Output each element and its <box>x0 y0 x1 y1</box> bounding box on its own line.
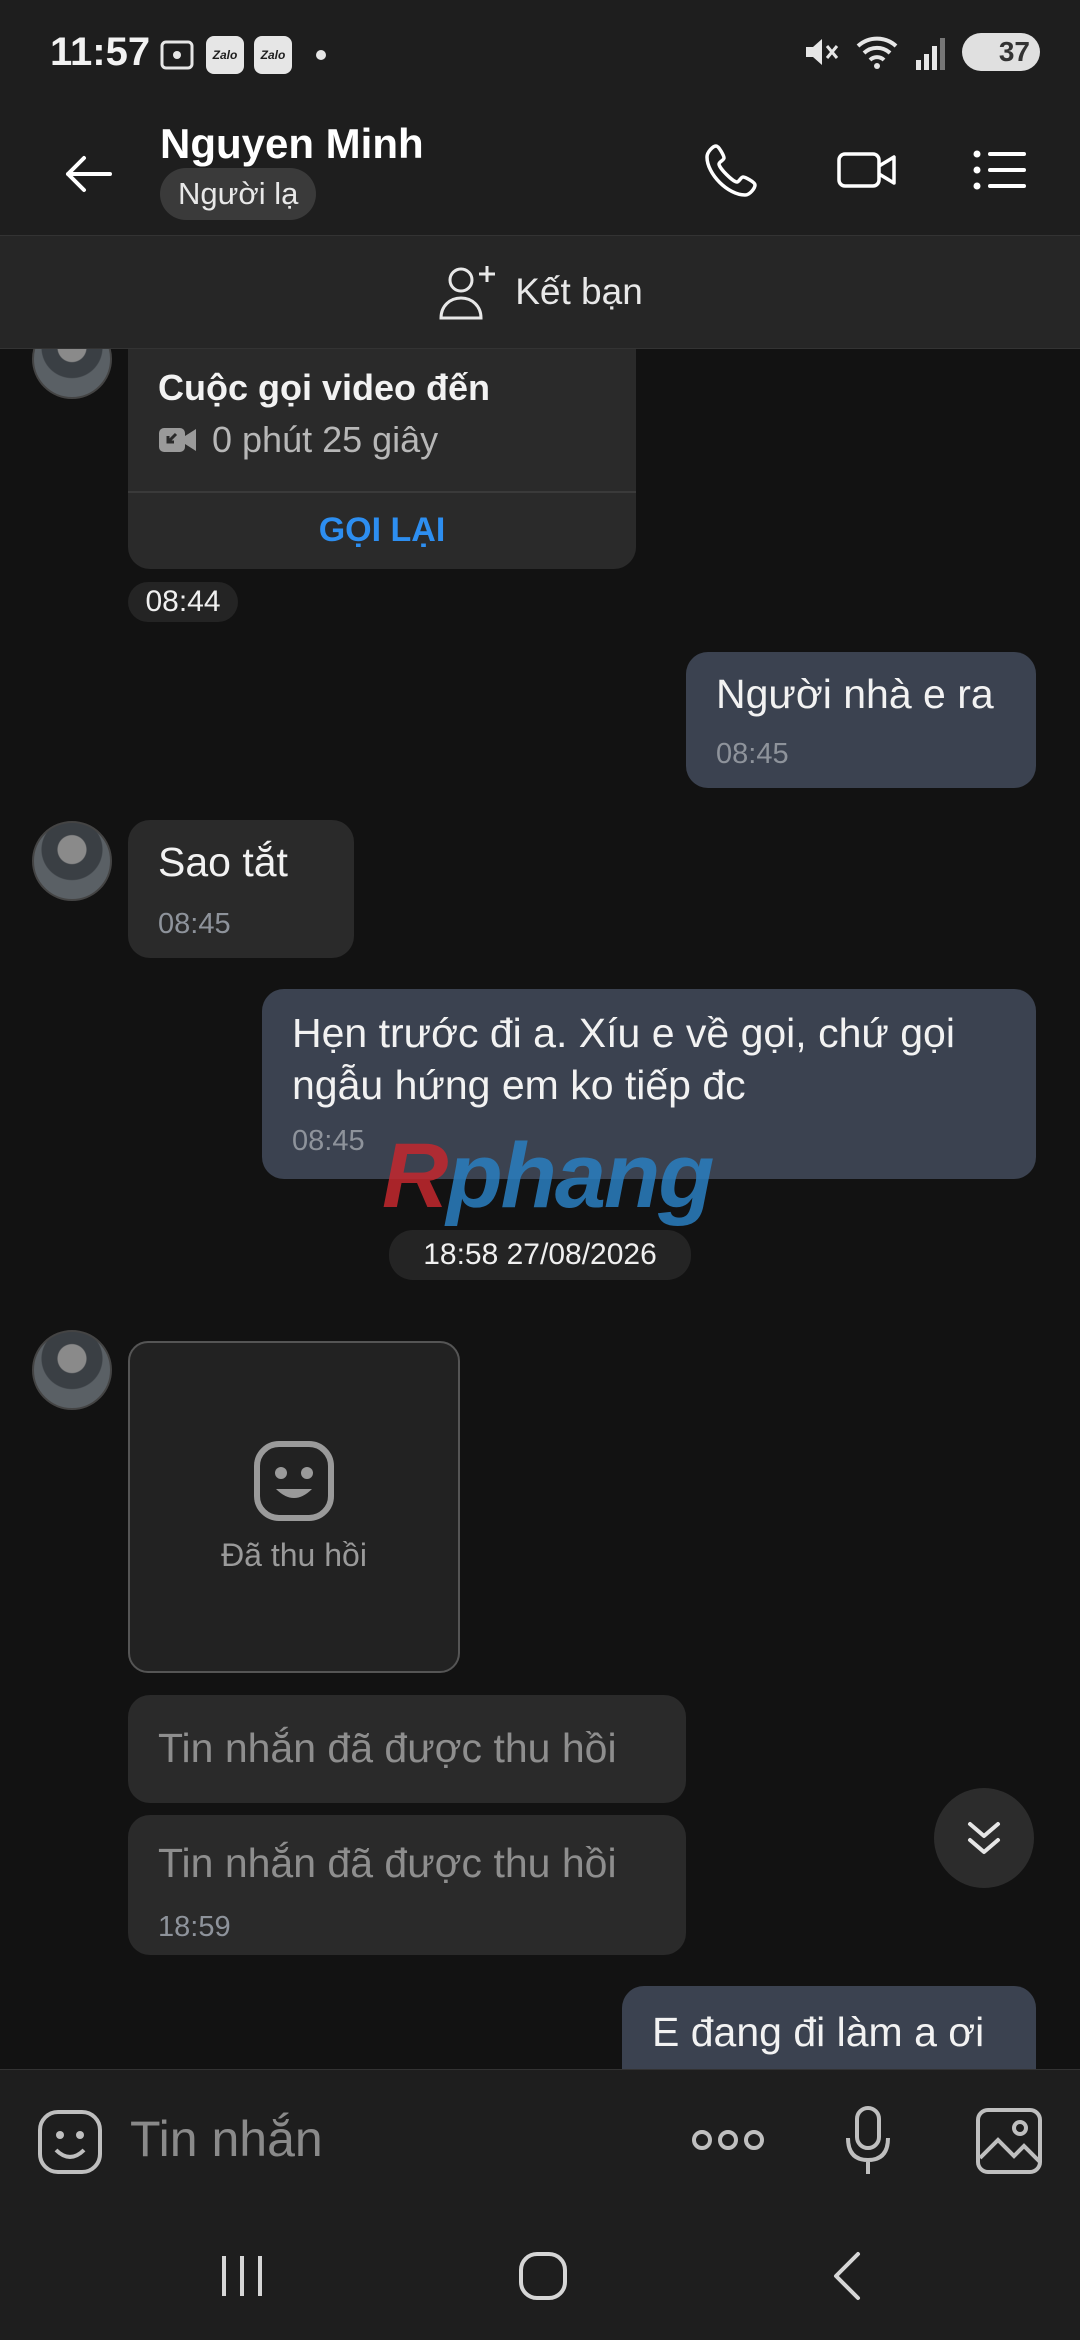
outgoing-message[interactable]: Người nhà e ra 08:45 <box>686 652 1036 788</box>
recalled-message[interactable]: Tin nhắn đã được thu hồi 18:59 <box>128 1815 686 1955</box>
add-friend-bar[interactable]: Kết bạn <box>0 235 1080 349</box>
microphone-icon[interactable] <box>842 2104 894 2180</box>
add-friend-icon <box>439 266 496 320</box>
incoming-message[interactable]: Sao tắt 08:45 <box>128 820 354 958</box>
back-arrow-icon[interactable] <box>60 146 116 202</box>
message-text: Sao tắt <box>158 839 288 885</box>
message-input[interactable]: Tin nhắn <box>130 2110 323 2168</box>
wifi-icon <box>856 36 898 69</box>
message-time: 08:45 <box>292 1125 365 1157</box>
status-time: 11:57 <box>50 30 151 74</box>
avatar[interactable] <box>32 821 112 901</box>
message-text: E đang đi làm a ơi <box>652 2009 985 2055</box>
mute-icon <box>806 39 839 65</box>
stranger-badge: Người lạ <box>160 168 317 220</box>
message-time-pill: 08:44 <box>128 582 238 622</box>
video-call-card[interactable]: Cuộc gọi video đến 0 phút 25 giây GỌI LẠ… <box>128 349 636 569</box>
image-gallery-icon[interactable] <box>974 2106 1044 2176</box>
chat-header: Nguyen Minh Người lạ <box>0 110 1080 235</box>
status-bar: 11:57 Zalo Zalo 37 <box>0 0 1080 110</box>
avatar[interactable] <box>32 349 112 399</box>
smile-face-icon <box>254 1441 334 1521</box>
notification-icons: Zalo Zalo <box>158 36 326 74</box>
message-text: Tin nhắn đã được thu hồi <box>158 1725 617 1771</box>
call-duration: 0 phút 25 giây <box>158 419 438 461</box>
double-chevron-down-icon <box>968 1822 1000 1854</box>
more-options-icon[interactable] <box>690 2122 766 2158</box>
battery-indicator: 37 <box>962 33 1040 71</box>
message-time: 08:45 <box>716 738 789 770</box>
message-input-bar: Tin nhắn <box>0 2069 1080 2212</box>
call-title: Cuộc gọi video đến <box>158 367 491 408</box>
back-nav-icon[interactable] <box>826 2248 870 2304</box>
outgoing-message[interactable]: E đang đi làm a ơi <box>622 1986 1036 2069</box>
home-icon[interactable] <box>515 2248 571 2304</box>
screenshot-icon <box>160 40 194 70</box>
system-navigation-bar <box>0 2212 1080 2340</box>
call-duration-text: 0 phút 25 giây <box>212 419 439 460</box>
phone-call-icon[interactable] <box>702 140 762 200</box>
recalled-label: Đã thu hồi <box>221 1537 367 1573</box>
video-call-icon[interactable] <box>836 140 898 200</box>
message-time: 18:59 <box>158 1911 231 1943</box>
signal-icon <box>916 38 945 70</box>
message-time: 08:45 <box>158 908 231 940</box>
date-separator: 18:58 27/08/2026 <box>389 1230 691 1280</box>
add-friend-label: Kết bạn <box>515 271 643 312</box>
watermark-logo: Rphang <box>382 1125 714 1227</box>
recalled-message[interactable]: Tin nhắn đã được thu hồi <box>128 1695 686 1803</box>
zalo-notification-icon: Zalo <box>206 36 244 74</box>
contact-name[interactable]: Nguyen Minh <box>160 120 424 168</box>
recalled-media-card[interactable]: Đã thu hồi <box>128 1341 460 1673</box>
video-camera-icon <box>159 428 196 452</box>
avatar[interactable] <box>32 1330 112 1410</box>
message-text: Tin nhắn đã được thu hồi <box>158 1840 617 1886</box>
sticker-icon[interactable] <box>36 2108 104 2176</box>
scroll-to-bottom-button[interactable] <box>934 1788 1034 1888</box>
message-text: Người nhà e ra <box>716 671 994 717</box>
more-notifications-dot <box>316 50 326 60</box>
recent-apps-icon[interactable] <box>216 2248 268 2304</box>
message-text: Hẹn trước đi a. Xíu e về gọi, chứ gọi ng… <box>292 1010 955 1108</box>
system-icons: 37 <box>800 32 1040 72</box>
message-list[interactable]: Cuộc gọi video đến 0 phút 25 giây GỌI LẠ… <box>0 349 1080 2069</box>
menu-list-icon[interactable] <box>972 140 1028 200</box>
zalo-notification-icon: Zalo <box>254 36 292 74</box>
call-back-button[interactable]: GỌI LẠI <box>128 491 636 569</box>
